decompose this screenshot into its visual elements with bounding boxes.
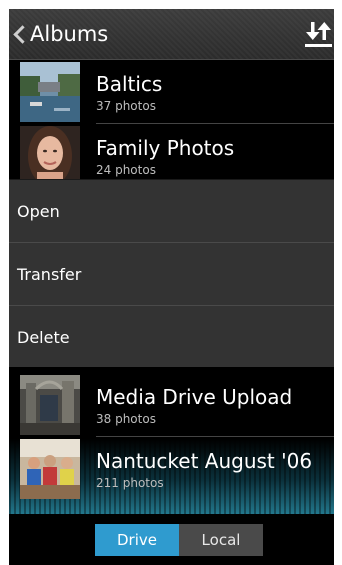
album-title: Baltics: [96, 72, 163, 96]
menu-item-delete[interactable]: Delete: [9, 306, 334, 368]
album-row[interactable]: Family Photos 24 photos: [20, 124, 334, 187]
back-button[interactable]: Albums: [12, 20, 108, 48]
album-count: 211 photos: [96, 476, 164, 490]
album-count: 24 photos: [96, 163, 156, 177]
portrait-photo-thumbnail: [20, 126, 80, 186]
transfer-sort-icon[interactable]: [303, 18, 334, 50]
action-bar: Albums: [9, 9, 334, 60]
chevron-left-icon: [12, 23, 26, 45]
menu-item-label: Transfer: [17, 264, 82, 284]
album-title: Media Drive Upload: [96, 385, 293, 409]
source-toggle: Drive Local: [95, 524, 263, 556]
page-title: Albums: [30, 22, 109, 46]
album-row[interactable]: Baltics 37 photos: [20, 60, 334, 123]
album-row[interactable]: Nantucket August '06 211 photos: [20, 437, 334, 500]
menu-item-label: Delete: [17, 327, 70, 347]
local-tab[interactable]: Local: [179, 524, 263, 556]
menu-item-transfer[interactable]: Transfer: [9, 243, 334, 305]
album-row[interactable]: Media Drive Upload 38 photos: [20, 373, 334, 436]
menu-item-label: Open: [17, 201, 60, 221]
album-count: 37 photos: [96, 99, 156, 113]
album-count: 38 photos: [96, 412, 156, 426]
drive-tab[interactable]: Drive: [95, 524, 179, 556]
kids-photo-thumbnail: [20, 439, 80, 499]
album-title: Family Photos: [96, 136, 235, 160]
album-title: Nantucket August '06: [96, 449, 313, 473]
menu-item-open[interactable]: Open: [9, 180, 334, 242]
context-menu: Open Transfer Delete: [9, 179, 334, 367]
canal-photo-thumbnail: [20, 62, 80, 122]
phone-screen: Albums Baltics 37 photos Family Photos 2…: [9, 9, 334, 565]
church-photo-thumbnail: [20, 375, 80, 435]
